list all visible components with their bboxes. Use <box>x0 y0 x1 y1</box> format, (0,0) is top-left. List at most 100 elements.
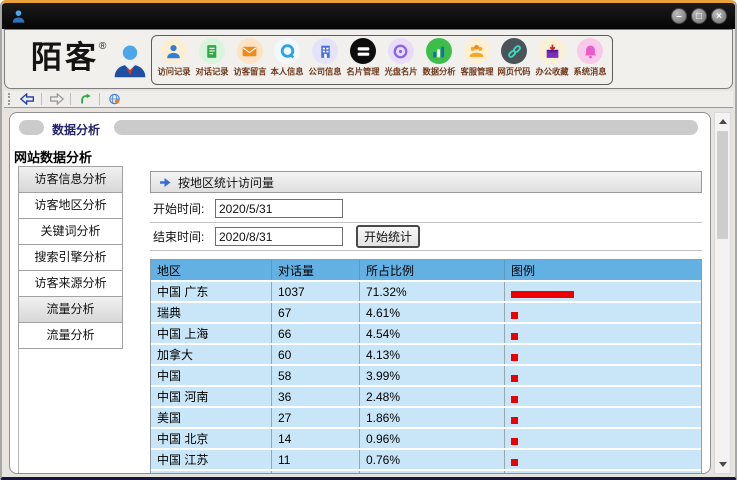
app-window: – □ × 陌客 ® 访问记录对话记录访客留言本人信息公司信息名片管理光盘名片数… <box>0 0 737 480</box>
cell-legend <box>505 345 701 364</box>
sidebar-item-label: 搜索引擎分析 <box>34 250 106 264</box>
cell-percent: 4.61% <box>360 303 505 322</box>
dialog-record-document-icon <box>199 38 225 64</box>
table-row[interactable]: 美国271.86% <box>151 408 701 427</box>
end-time-input[interactable] <box>215 227 343 246</box>
cell-dialogs: 66 <box>272 324 360 343</box>
sidebar-item-7[interactable]: 流量分析 <box>18 322 123 349</box>
table-row[interactable]: 瑞典674.61% <box>151 303 701 322</box>
cell-dialogs: 36 <box>272 387 360 406</box>
toolbar-item-label: 客服管理 <box>460 66 493 78</box>
sidebar-item-4[interactable]: 搜索引擎分析 <box>18 244 123 271</box>
table-row[interactable]: 加拿大604.13% <box>151 345 701 364</box>
toolbar-item-11[interactable]: 办公收藏 <box>533 38 571 82</box>
legend-bar <box>511 333 518 340</box>
toolbar-item-label: 网页代码 <box>498 66 531 78</box>
sidebar-item-label: 访客信息分析 <box>34 172 106 186</box>
office-favorites-inbox-icon <box>539 38 565 64</box>
header: 陌客 ® 访问记录对话记录访客留言本人信息公司信息名片管理光盘名片数据分析客服管… <box>4 29 733 89</box>
scroll-down-button[interactable] <box>715 457 730 472</box>
scrollbar-thumb[interactable] <box>717 131 728 239</box>
cell-legend <box>505 408 701 427</box>
cell-dialogs: 60 <box>272 345 360 364</box>
separator <box>99 93 100 105</box>
window-controls: – □ × <box>671 8 727 24</box>
table-row[interactable]: 中国 浙江100.69% <box>151 471 701 474</box>
cell-percent: 4.13% <box>360 345 505 364</box>
cell-region: 中国 <box>151 366 272 385</box>
minimize-button[interactable]: – <box>671 8 687 24</box>
sidebar: 访客信息分析访客地区分析关键词分析搜索引擎分析访客来源分析流量分析流量分析 <box>18 167 123 349</box>
table-row[interactable]: 中国583.99% <box>151 366 701 385</box>
sidebar-item-5[interactable]: 访客来源分析 <box>18 270 123 297</box>
toolbar-item-10[interactable]: 网页代码 <box>495 38 533 82</box>
cell-region: 中国 河南 <box>151 387 272 406</box>
page-title: 网站数据分析 <box>14 147 92 166</box>
sidebar-item-1[interactable]: 访客信息分析 <box>18 166 123 193</box>
forward-button[interactable] <box>45 92 67 107</box>
toolbar-item-6[interactable]: 名片管理 <box>344 38 382 82</box>
toolbar-item-7[interactable]: 光盘名片 <box>382 38 420 82</box>
toolbar-grip <box>8 93 11 105</box>
toolbar-item-2[interactable]: 对话记录 <box>193 38 231 82</box>
tab-stub[interactable] <box>19 120 44 135</box>
chevron-down-icon <box>719 462 727 467</box>
toolbar-item-12[interactable]: 系统消息 <box>571 38 609 82</box>
cell-dialogs: 27 <box>272 408 360 427</box>
toolbar-item-label: 名片管理 <box>346 66 379 78</box>
scroll-up-button[interactable] <box>715 114 730 129</box>
cell-region: 中国 上海 <box>151 324 272 343</box>
maximize-button[interactable]: □ <box>691 8 707 24</box>
toolbar-item-3[interactable]: 访客留言 <box>231 38 269 82</box>
start-statistics-button[interactable]: 开始统计 <box>356 225 420 248</box>
sidebar-item-label: 流量分析 <box>46 328 94 342</box>
table-row[interactable]: 中国 江苏110.76% <box>151 450 701 469</box>
chevron-up-icon <box>719 119 727 124</box>
table-header-row: 地区 对话量 所占比例 图例 <box>151 260 701 280</box>
refresh-button[interactable] <box>74 92 96 107</box>
refresh-arrow-icon <box>78 93 93 105</box>
app-person-icon <box>11 9 26 24</box>
visit-record-person-icon <box>161 38 187 64</box>
home-button[interactable] <box>103 92 125 107</box>
close-button[interactable]: × <box>711 8 727 24</box>
vertical-scrollbar[interactable] <box>714 112 731 474</box>
sidebar-item-3[interactable]: 关键词分析 <box>18 218 123 245</box>
back-button[interactable] <box>16 92 38 107</box>
cell-percent: 71.32% <box>360 282 505 301</box>
nav-toolbar <box>4 91 733 108</box>
tab-data-analysis[interactable]: 数据分析 <box>52 121 100 138</box>
logo-avatar-icon <box>112 42 148 80</box>
start-time-label: 开始时间: <box>153 200 215 217</box>
toolbar-item-label: 公司信息 <box>309 66 342 78</box>
start-time-input[interactable] <box>215 199 343 218</box>
separator <box>70 93 71 105</box>
toolbar-item-label: 光盘名片 <box>384 66 417 78</box>
sidebar-item-2[interactable]: 访客地区分析 <box>18 192 123 219</box>
toolbar-item-1[interactable]: 访问记录 <box>155 38 193 82</box>
toolbar-item-label: 访问记录 <box>157 66 190 78</box>
table-row[interactable]: 中国 上海664.54% <box>151 324 701 343</box>
toolbar-item-8[interactable]: 数据分析 <box>420 38 458 82</box>
section-title: 按地区统计访问量 <box>178 174 274 191</box>
cell-percent: 2.48% <box>360 387 505 406</box>
toolbar-item-5[interactable]: 公司信息 <box>306 38 344 82</box>
tab-strip-bar[interactable] <box>114 120 698 135</box>
cell-legend <box>505 387 701 406</box>
toolbar-item-label: 本人信息 <box>271 66 304 78</box>
table-row[interactable]: 中国 河南362.48% <box>151 387 701 406</box>
sidebar-item-6[interactable]: 流量分析 <box>18 296 123 323</box>
cell-percent: 3.99% <box>360 366 505 385</box>
table-row[interactable]: 中国 北京140.96% <box>151 429 701 448</box>
column-header-region: 地区 <box>151 260 272 280</box>
table-row[interactable]: 中国 广东103771.32% <box>151 282 701 301</box>
cell-legend <box>505 324 701 343</box>
toolbar-item-9[interactable]: 客服管理 <box>458 38 496 82</box>
legend-bar <box>511 438 518 445</box>
business-card-icon <box>350 38 376 64</box>
toolbar-items: 访问记录对话记录访客留言本人信息公司信息名片管理光盘名片数据分析客服管理网页代码… <box>151 35 613 85</box>
end-time-label: 结束时间: <box>153 228 215 245</box>
column-header-dialogs: 对话量 <box>272 260 360 280</box>
toolbar-item-4[interactable]: 本人信息 <box>268 38 306 82</box>
content-panel: 数据分析 网站数据分析 访客信息分析访客地区分析关键词分析搜索引擎分析访客来源分… <box>9 112 711 474</box>
